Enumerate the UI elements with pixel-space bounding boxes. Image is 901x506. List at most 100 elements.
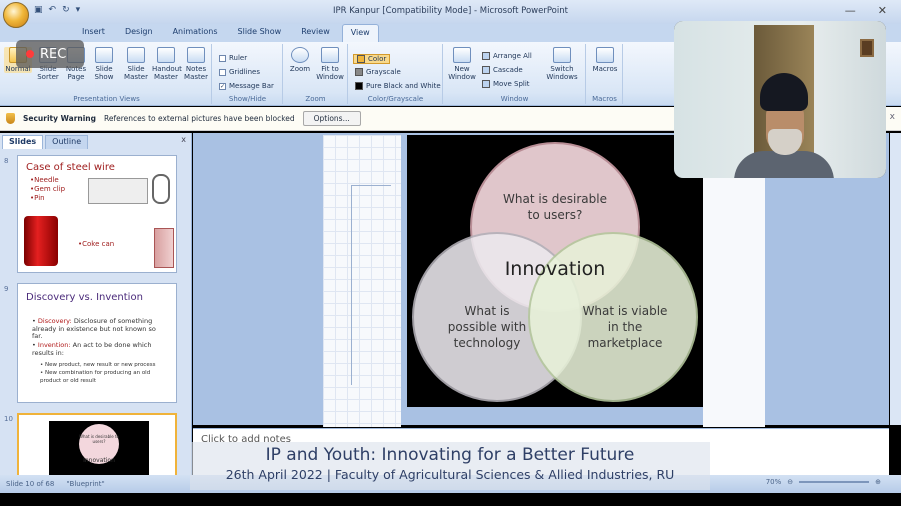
arrange-all-icon — [482, 52, 490, 60]
notes-master-icon — [187, 47, 205, 63]
ruler-checkbox[interactable]: Ruler — [219, 54, 247, 62]
right-circle-line-2: in the — [608, 320, 642, 334]
slide-show-button[interactable]: Slide Show — [90, 47, 118, 81]
slide-thumbnail-8[interactable]: Case of steel wire •Needle •Gem clip •Pi… — [17, 155, 177, 273]
gem-clip-image — [152, 174, 170, 204]
venn-diagram: What is desirable to users? Innovation W… — [412, 142, 698, 402]
close-pane-button[interactable]: x — [181, 135, 186, 144]
security-warning-title: Security Warning — [23, 114, 97, 123]
magnifier-icon — [291, 47, 309, 63]
slide-number: 10 — [4, 415, 13, 423]
color-button[interactable]: Color — [353, 54, 391, 64]
gridlines-checkbox[interactable]: Gridlines — [219, 68, 260, 76]
guide-area — [703, 135, 765, 427]
new-window-icon — [453, 47, 471, 63]
webcam-video — [674, 21, 886, 178]
group-window: New Window Arrange All Cascade Move Spli… — [444, 44, 586, 104]
move-split-icon — [482, 80, 490, 88]
thumbnail-item: •Needle — [30, 176, 59, 184]
group-label: Color/Grayscale — [367, 95, 424, 103]
wall-frame — [860, 39, 874, 57]
right-circle-line-3: marketplace — [588, 336, 663, 350]
zoom-button[interactable]: Zoom — [286, 47, 314, 73]
group-zoom: Zoom Fit to Window Zoom — [284, 44, 348, 104]
left-circle-line-1: What is — [465, 304, 510, 318]
move-split-button[interactable]: Move Split — [482, 80, 530, 88]
tab-animations[interactable]: Animations — [165, 24, 226, 42]
black-white-swatch-icon — [355, 82, 363, 90]
close-security-bar-button[interactable]: x — [890, 112, 895, 122]
message-bar-checkbox[interactable]: ✓ Message Bar — [219, 82, 274, 90]
color-swatch-icon — [357, 55, 365, 63]
tab-slides[interactable]: Slides — [2, 135, 44, 149]
group-color-grayscale: Color Grayscale Pure Black and White Col… — [349, 44, 443, 104]
thumbnail-item: •Gem clip — [30, 185, 66, 193]
new-window-button[interactable]: New Window — [448, 47, 476, 81]
banner-title: IP and Youth: Innovating for a Better Fu… — [265, 445, 635, 465]
right-circle-line-1: What is viable — [583, 304, 668, 318]
macros-icon — [596, 47, 614, 63]
close-button[interactable]: ✕ — [878, 4, 887, 17]
thumbnail-subitem: • New combination for producing an old p… — [40, 370, 151, 384]
zoom-level[interactable]: 70% — [766, 478, 782, 486]
slide-counter: Slide 10 of 68 — [6, 480, 55, 488]
thumbnail-item: • Discovery: Disclosure of something alr… — [32, 317, 156, 340]
group-label: Presentation Views — [73, 95, 140, 103]
pure-black-white-button[interactable]: Pure Black and White — [355, 82, 441, 90]
tab-slide-show[interactable]: Slide Show — [230, 24, 290, 42]
slide-master-button[interactable]: Slide Master — [122, 47, 150, 81]
paper-clip-image — [88, 178, 148, 204]
thumbnail-item: •Coke can — [78, 240, 115, 248]
zoom-out-icon[interactable]: ⊖ — [787, 478, 793, 486]
cascade-icon — [482, 66, 490, 74]
innovation-label: Innovation — [505, 258, 606, 280]
shield-icon — [6, 113, 15, 124]
thumbnail-subitem: • New product, new result or new process — [40, 362, 156, 368]
group-show-hide: Ruler Gridlines ✓ Message Bar Show/Hide — [213, 44, 283, 104]
slide-show-icon — [95, 47, 113, 63]
tab-design[interactable]: Design — [117, 24, 161, 42]
top-circle-line-1: What is desirable — [503, 192, 607, 206]
tab-outline[interactable]: Outline — [45, 135, 89, 149]
current-slide[interactable]: What is desirable to users? Innovation W… — [407, 135, 703, 407]
grayscale-button[interactable]: Grayscale — [355, 68, 401, 76]
switch-windows-icon — [553, 47, 571, 63]
left-circle-line-3: technology — [454, 336, 521, 350]
vertical-scrollbar[interactable] — [890, 133, 901, 425]
office-button[interactable] — [3, 2, 29, 28]
tab-review[interactable]: Review — [293, 24, 338, 42]
thumbnail-item: •Pin — [30, 194, 45, 202]
coke-can-image — [24, 216, 58, 266]
slide-thumbnail-9[interactable]: Discovery vs. Invention • Discovery: Dis… — [17, 283, 177, 403]
options-button[interactable]: Options... — [302, 111, 361, 126]
left-circle-line-2: possible with — [448, 320, 526, 334]
slide-number: 8 — [4, 157, 9, 165]
group-label: Zoom — [305, 95, 326, 103]
macros-button[interactable]: Macros — [591, 47, 619, 73]
group-macros: Macros Macros — [587, 44, 623, 104]
thumbnail-title: Case of steel wire — [26, 162, 115, 173]
thumbnail-item: • Invention: An act to be done which res… — [32, 341, 152, 357]
grayscale-swatch-icon — [355, 68, 363, 76]
fit-to-window-button[interactable]: Fit to Window — [316, 47, 344, 81]
switch-windows-button[interactable]: Switch Windows — [544, 47, 580, 81]
minimize-button[interactable]: — — [845, 4, 856, 17]
slides-pane: Slides Outline x 8 Case of steel wire •N… — [0, 133, 192, 485]
record-dot-icon — [26, 50, 34, 58]
guide-grid — [323, 135, 401, 427]
theme-name: "Blueprint" — [66, 480, 105, 488]
arrange-all-button[interactable]: Arrange All — [482, 52, 532, 60]
tab-view[interactable]: View — [341, 24, 379, 42]
cascade-button[interactable]: Cascade — [482, 66, 523, 74]
thumbnail-title: Discovery vs. Invention — [26, 292, 143, 303]
event-banner: IP and Youth: Innovating for a Better Fu… — [190, 442, 710, 490]
slide-master-icon — [127, 47, 145, 63]
zoom-slider[interactable] — [799, 481, 870, 483]
security-warning-message: References to external pictures have bee… — [104, 114, 295, 123]
window-controls: — ✕ — [845, 4, 887, 17]
notes-master-button[interactable]: Notes Master — [182, 47, 210, 81]
handout-master-button[interactable]: Handout Master — [152, 47, 182, 81]
group-label: Window — [500, 95, 529, 103]
zoom-in-icon[interactable]: ⊕ — [875, 478, 881, 486]
fit-window-icon — [321, 47, 339, 63]
